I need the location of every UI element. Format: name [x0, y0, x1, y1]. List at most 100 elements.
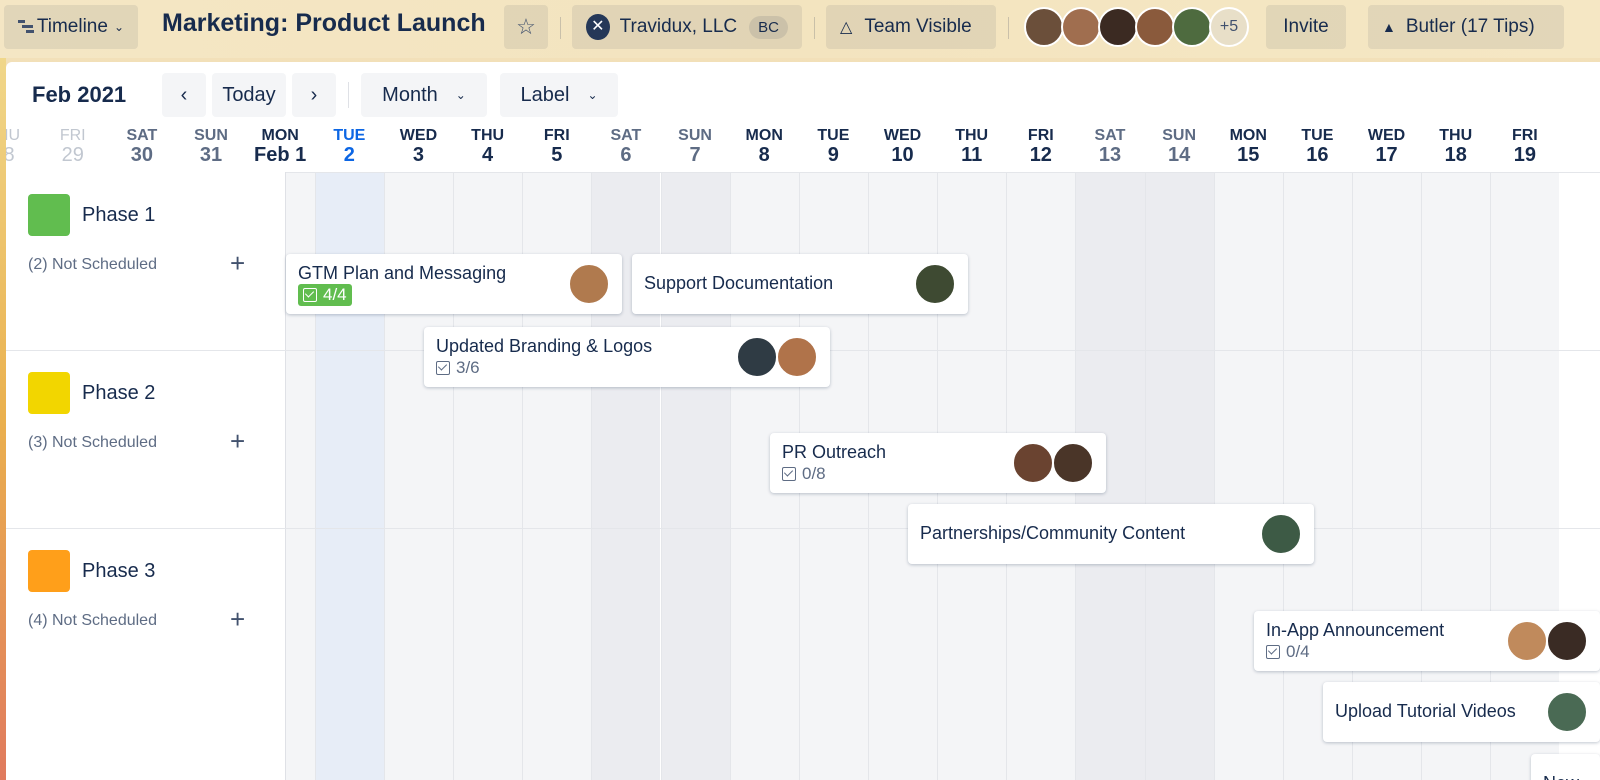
card-member-avatar[interactable] [776, 336, 818, 378]
day-column [522, 124, 592, 780]
today-button[interactable]: Today [212, 73, 286, 117]
add-card-button[interactable]: + [230, 428, 245, 454]
star-button[interactable]: ☆ [504, 5, 548, 49]
card-member-avatar[interactable] [1546, 691, 1588, 733]
day-header: FRI 19 [1490, 124, 1560, 172]
day-number: 19 [1513, 144, 1536, 166]
group-by-dropdown[interactable]: Label ⌄ [500, 73, 618, 117]
card-member-avatar[interactable] [568, 263, 610, 305]
day-number: 8 [758, 144, 770, 166]
day-header: FRI 29 [38, 124, 108, 172]
card-member-avatar[interactable] [1012, 442, 1054, 484]
workspace-badge: BC [749, 15, 788, 39]
card-member-avatar[interactable] [914, 263, 956, 305]
previous-button[interactable]: ‹ [162, 73, 206, 117]
card-title: New [1543, 773, 1579, 780]
not-scheduled-link[interactable]: (4) Not Scheduled [28, 612, 157, 630]
day-number: 11 [961, 144, 983, 166]
day-name: SAT [610, 127, 642, 144]
card-member-avatar[interactable] [1052, 442, 1094, 484]
more-members-badge[interactable]: +5 [1209, 7, 1249, 47]
day-column [383, 124, 454, 780]
timeline-card[interactable]: In-App Announcement 0/4 [1254, 611, 1600, 671]
card-title: Support Documentation [644, 273, 834, 293]
avatar[interactable] [1024, 7, 1064, 47]
day-header: TUE 2 [314, 124, 384, 172]
chevron-down-icon: ⌄ [455, 88, 466, 102]
day-header: SUN 7 [660, 124, 730, 172]
day-header: WED 3 [383, 124, 454, 172]
view-switcher-button[interactable]: Timeline ⌄ [4, 5, 138, 49]
day-name: SAT [126, 127, 158, 144]
not-scheduled-link[interactable]: (2) Not Scheduled [28, 256, 157, 274]
day-header: SUN 31 [176, 124, 246, 172]
avatar[interactable] [1172, 7, 1212, 47]
today-column [314, 124, 384, 780]
visibility-button[interactable]: △ Team Visible [826, 5, 996, 49]
avatar[interactable] [1135, 7, 1175, 47]
day-header: MON 8 [729, 124, 799, 172]
card-title: PR Outreach [782, 442, 887, 462]
invite-button[interactable]: Invite [1266, 5, 1346, 49]
card-member-avatar[interactable] [736, 336, 778, 378]
card-member-avatar[interactable] [1546, 620, 1588, 662]
avatar[interactable] [1098, 7, 1138, 47]
divider [814, 17, 815, 39]
card-member-avatar[interactable] [1506, 620, 1548, 662]
day-number: 16 [1306, 144, 1329, 166]
phase-color-swatch [28, 194, 70, 236]
day-number: 29 [61, 144, 84, 166]
card-member-avatar[interactable] [1260, 513, 1302, 555]
day-header: SAT 13 [1075, 124, 1145, 172]
day-number: 13 [1098, 144, 1122, 166]
butler-label: Butler (17 Tips) [1405, 16, 1535, 37]
timeline-card[interactable]: Updated Branding & Logos 3/6 [424, 327, 830, 387]
day-name: FRI [1511, 127, 1538, 144]
day-header: SUN 14 [1144, 124, 1214, 172]
team-icon: △ [840, 19, 853, 36]
day-header: MON 15 [1213, 124, 1283, 172]
day-number: 15 [1237, 144, 1260, 166]
group-by-label: Label [520, 83, 570, 106]
not-scheduled-link[interactable]: (3) Not Scheduled [28, 434, 157, 452]
day-header: THU 4 [453, 124, 523, 172]
timeline-card[interactable]: PR Outreach 0/8 [770, 433, 1106, 493]
day-name: TUE [1301, 127, 1334, 144]
day-column [1213, 124, 1283, 780]
avatar[interactable] [1061, 7, 1101, 47]
divider [560, 17, 561, 39]
day-name: MON [1229, 127, 1267, 144]
chevron-down-icon: ⌄ [113, 20, 124, 34]
card-title: Updated Branding & Logos [436, 336, 653, 356]
board-title[interactable]: Marketing: Product Launch [162, 9, 486, 38]
butler-button[interactable]: ▲ Butler (17 Tips) [1368, 5, 1564, 49]
star-icon: ☆ [516, 14, 536, 39]
timeline-card[interactable]: Partnerships/Community Content [908, 504, 1314, 564]
chevron-right-icon: › [310, 83, 318, 106]
timeline-card[interactable]: Upload Tutorial Videos [1323, 682, 1600, 742]
day-name: TUE [817, 127, 850, 144]
next-button[interactable]: › [292, 73, 336, 117]
day-number: 12 [1029, 144, 1052, 166]
day-name: MON [745, 127, 783, 144]
phase-name: Phase 1 [82, 204, 156, 226]
workspace-button[interactable]: ✕ Travidux, LLC BC [572, 5, 802, 49]
range-dropdown[interactable]: Month ⌄ [361, 73, 487, 117]
weekend-column [1144, 124, 1214, 780]
phase-name: Phase 2 [82, 382, 156, 404]
card-title: Partnerships/Community Content [920, 523, 1186, 543]
phase-color-swatch [28, 550, 70, 592]
day-number: 17 [1375, 144, 1398, 166]
add-card-button[interactable]: + [230, 250, 245, 276]
day-number: 2 [343, 144, 355, 166]
timeline-card[interactable]: Support Documentation [632, 254, 968, 314]
checklist-icon [436, 361, 450, 375]
timeline-card[interactable]: New [1531, 754, 1600, 780]
timeline-card[interactable]: GTM Plan and Messaging 4/4 [286, 254, 622, 314]
timeline-icon [18, 20, 34, 34]
day-number: 7 [689, 144, 701, 166]
day-name: THU [1439, 127, 1473, 144]
day-number: 6 [620, 144, 632, 166]
add-card-button[interactable]: + [230, 606, 245, 632]
day-number: 28 [6, 144, 15, 166]
